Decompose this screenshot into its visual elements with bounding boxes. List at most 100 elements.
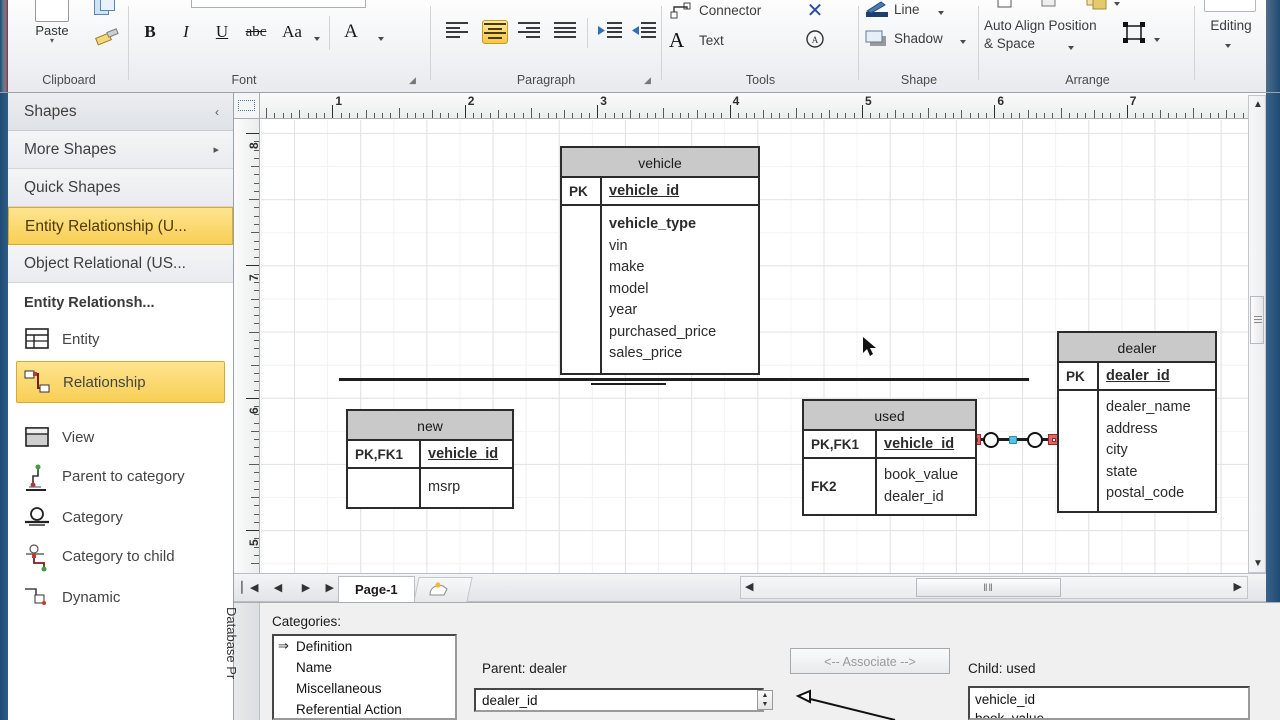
vertical-scroll-thumb[interactable]	[1250, 296, 1264, 344]
next-page-button[interactable]: ▶	[296, 579, 316, 597]
sidebar-item-object-relational[interactable]: Object Relational (US...	[8, 245, 233, 283]
decrease-indent-button[interactable]	[598, 20, 624, 44]
category-item-miscellaneous[interactable]: Miscellaneous	[274, 678, 455, 699]
page-tab-page-1[interactable]: Page-1	[338, 576, 415, 603]
vertical-ruler[interactable]: 8 7 6 5	[234, 119, 261, 573]
child-fields-list[interactable]: vehicle_id book_value	[968, 686, 1250, 720]
bring-front-icon[interactable]	[996, 0, 1018, 10]
paste-button[interactable]: Paste ▾	[22, 0, 82, 45]
increase-indent-button[interactable]	[632, 20, 658, 44]
vertical-scrollbar[interactable]: ▲ ▼	[1248, 95, 1266, 573]
font-name-box[interactable]	[191, 0, 366, 8]
child-field-item[interactable]: book_value	[975, 709, 1243, 718]
auto-align-label[interactable]: Auto Align Position	[984, 18, 1097, 34]
entity-used-fk-key: FK2	[804, 459, 877, 514]
line-icon[interactable]	[864, 0, 890, 20]
editing-caret[interactable]	[1225, 38, 1231, 52]
sidebar-item-quick-shapes[interactable]: Quick Shapes	[8, 169, 233, 207]
entity-new-attributes: msrp	[421, 469, 467, 507]
child-field-item[interactable]: vehicle_id	[975, 690, 1243, 709]
font-color-button[interactable]: A	[337, 18, 365, 46]
stencil-shape-parent-to-category[interactable]: Parent to category	[8, 457, 233, 497]
scroll-up-arrow[interactable]: ▲	[1252, 99, 1264, 110]
auto-align-caret[interactable]	[1068, 40, 1074, 54]
insert-page-icon[interactable]	[427, 581, 449, 598]
editing-label[interactable]: Editing	[1198, 18, 1264, 33]
shadow-label[interactable]: Shadow	[894, 31, 943, 46]
stencil-shape-category-to-child[interactable]: Category to child	[8, 537, 233, 577]
font-dialog-launcher[interactable]: ◢	[409, 75, 416, 86]
line-caret[interactable]	[938, 5, 944, 19]
stencil-shape-relationship[interactable]: Relationship	[16, 361, 225, 403]
sidebar-item-entity-relationship[interactable]: Entity Relationship (U...	[8, 207, 233, 245]
font-color-caret[interactable]	[378, 31, 384, 45]
copy-icon[interactable]	[94, 0, 118, 16]
drawing-sheet[interactable]: vehicle PK vehicle_id vehicle_type vin m…	[261, 120, 1266, 573]
parent-field-input[interactable]: dealer_id	[474, 688, 764, 712]
hscroll-left-arrow[interactable]: ◀	[745, 580, 753, 593]
text-label[interactable]: Text	[699, 33, 724, 48]
auto-connect-icon[interactable]: A	[803, 28, 827, 48]
ruler-corner[interactable]	[234, 93, 260, 119]
connector-icon[interactable]	[669, 2, 693, 22]
category-item-definition[interactable]: Definition	[274, 636, 455, 657]
strikethrough-button[interactable]: abc	[242, 18, 270, 46]
horizontal-scrollbar[interactable]: ◀ ‖‖ ▶	[740, 576, 1248, 599]
category-under-bar[interactable]	[591, 383, 666, 385]
parent-to-category-shape-label: Parent to category	[62, 468, 185, 485]
editing-box[interactable]	[1204, 0, 1256, 12]
stencil-shape-category[interactable]: Category	[8, 497, 233, 537]
category-item-referential-action[interactable]: Referential Action	[274, 699, 455, 718]
align-justify-button[interactable]	[554, 20, 580, 44]
entity-vehicle[interactable]: vehicle PK vehicle_id vehicle_type vin m…	[560, 146, 760, 375]
auto-space-label[interactable]: & Space	[984, 36, 1035, 52]
send-back-icon[interactable]	[1038, 0, 1060, 10]
align-center-button[interactable]	[482, 20, 508, 44]
dynamic-shape-label: Dynamic	[62, 588, 121, 606]
database-properties-tab[interactable]: Database Pr	[224, 603, 260, 720]
horizontal-scroll-thumb[interactable]: ‖‖	[916, 578, 1061, 597]
entity-dealer-pk-field: dealer_id	[1106, 368, 1170, 384]
paragraph-dialog-launcher[interactable]: ◢	[644, 75, 651, 86]
shadow-icon[interactable]	[864, 28, 890, 50]
change-case-caret[interactable]	[314, 31, 320, 45]
stencil-shape-dynamic[interactable]: Dynamic	[8, 577, 233, 617]
paste-dropdown-caret[interactable]: ▾	[22, 37, 82, 45]
stencil-shape-entity[interactable]: Entity	[8, 319, 233, 359]
group-icon[interactable]	[1084, 0, 1110, 12]
relationship-circle-far	[1027, 432, 1043, 448]
hscroll-right-arrow[interactable]: ▶	[1234, 580, 1242, 593]
category-horizontal-bar[interactable]	[339, 378, 1029, 381]
underline-button[interactable]: U	[208, 18, 236, 46]
bold-button[interactable]: B	[136, 18, 164, 46]
stencil-title: Entity Relationsh...	[24, 295, 155, 311]
collapse-chevron-icon[interactable]: ‹	[215, 93, 219, 131]
position-icon[interactable]	[1120, 20, 1150, 46]
pointer-tool-icon[interactable]: ✕	[803, 0, 827, 22]
align-right-button[interactable]	[518, 20, 544, 44]
text-tool-icon[interactable]: A	[669, 30, 693, 51]
line-label[interactable]: Line	[894, 2, 920, 17]
align-left-button[interactable]	[446, 20, 472, 44]
shadow-caret[interactable]	[960, 34, 966, 48]
connector-midpoint-handle[interactable]	[1009, 436, 1017, 444]
entity-dealer[interactable]: dealer PK dealer_id dealer_name address …	[1057, 331, 1217, 513]
change-case-button[interactable]: Aa	[278, 18, 306, 46]
group-caret[interactable]	[1114, 0, 1120, 10]
entity-new[interactable]: new PK,FK1 vehicle_id msrp	[346, 409, 514, 509]
scroll-down-arrow[interactable]: ▼	[1252, 558, 1264, 569]
format-painter-icon[interactable]	[94, 28, 120, 48]
first-page-button[interactable]: ▏◀	[240, 579, 260, 597]
more-shapes-label: More Shapes	[24, 141, 117, 158]
sidebar-item-more-shapes[interactable]: More Shapes ▸	[8, 131, 233, 169]
prev-page-button[interactable]: ◀	[268, 579, 288, 597]
categories-list[interactable]: Definition Name Miscellaneous Referentia…	[272, 634, 457, 720]
associate-button[interactable]: <-- Associate -->	[790, 648, 950, 674]
horizontal-ruler[interactable]: 1 2 3 4 5 6 7	[234, 93, 1266, 119]
italic-button[interactable]: I	[172, 18, 200, 46]
category-item-name[interactable]: Name	[274, 657, 455, 678]
position-caret[interactable]	[1154, 32, 1160, 46]
entity-used[interactable]: used PK,FK1 vehicle_id FK2 book_value de…	[802, 399, 977, 516]
connector-label[interactable]: Connector	[699, 3, 761, 18]
stencil-shape-view[interactable]: View	[8, 417, 233, 457]
